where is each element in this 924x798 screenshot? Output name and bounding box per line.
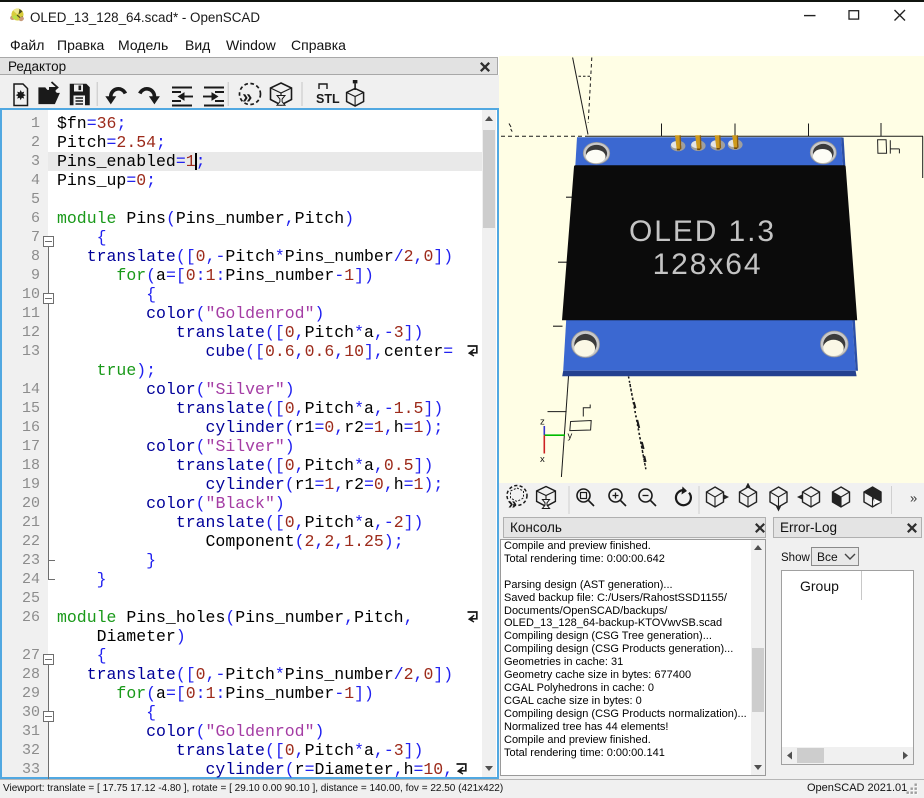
svg-text:y: y — [568, 431, 573, 442]
svg-text:STL: STL — [316, 92, 340, 106]
svg-text:x: x — [540, 454, 545, 465]
svg-text:OLED 1.3: OLED 1.3 — [629, 215, 776, 248]
svg-text:128x64: 128x64 — [653, 248, 763, 281]
svg-text:»: » — [508, 496, 517, 513]
svg-text:»: » — [910, 491, 917, 506]
svg-text:z: z — [540, 417, 545, 428]
svg-text:»: » — [242, 87, 252, 107]
